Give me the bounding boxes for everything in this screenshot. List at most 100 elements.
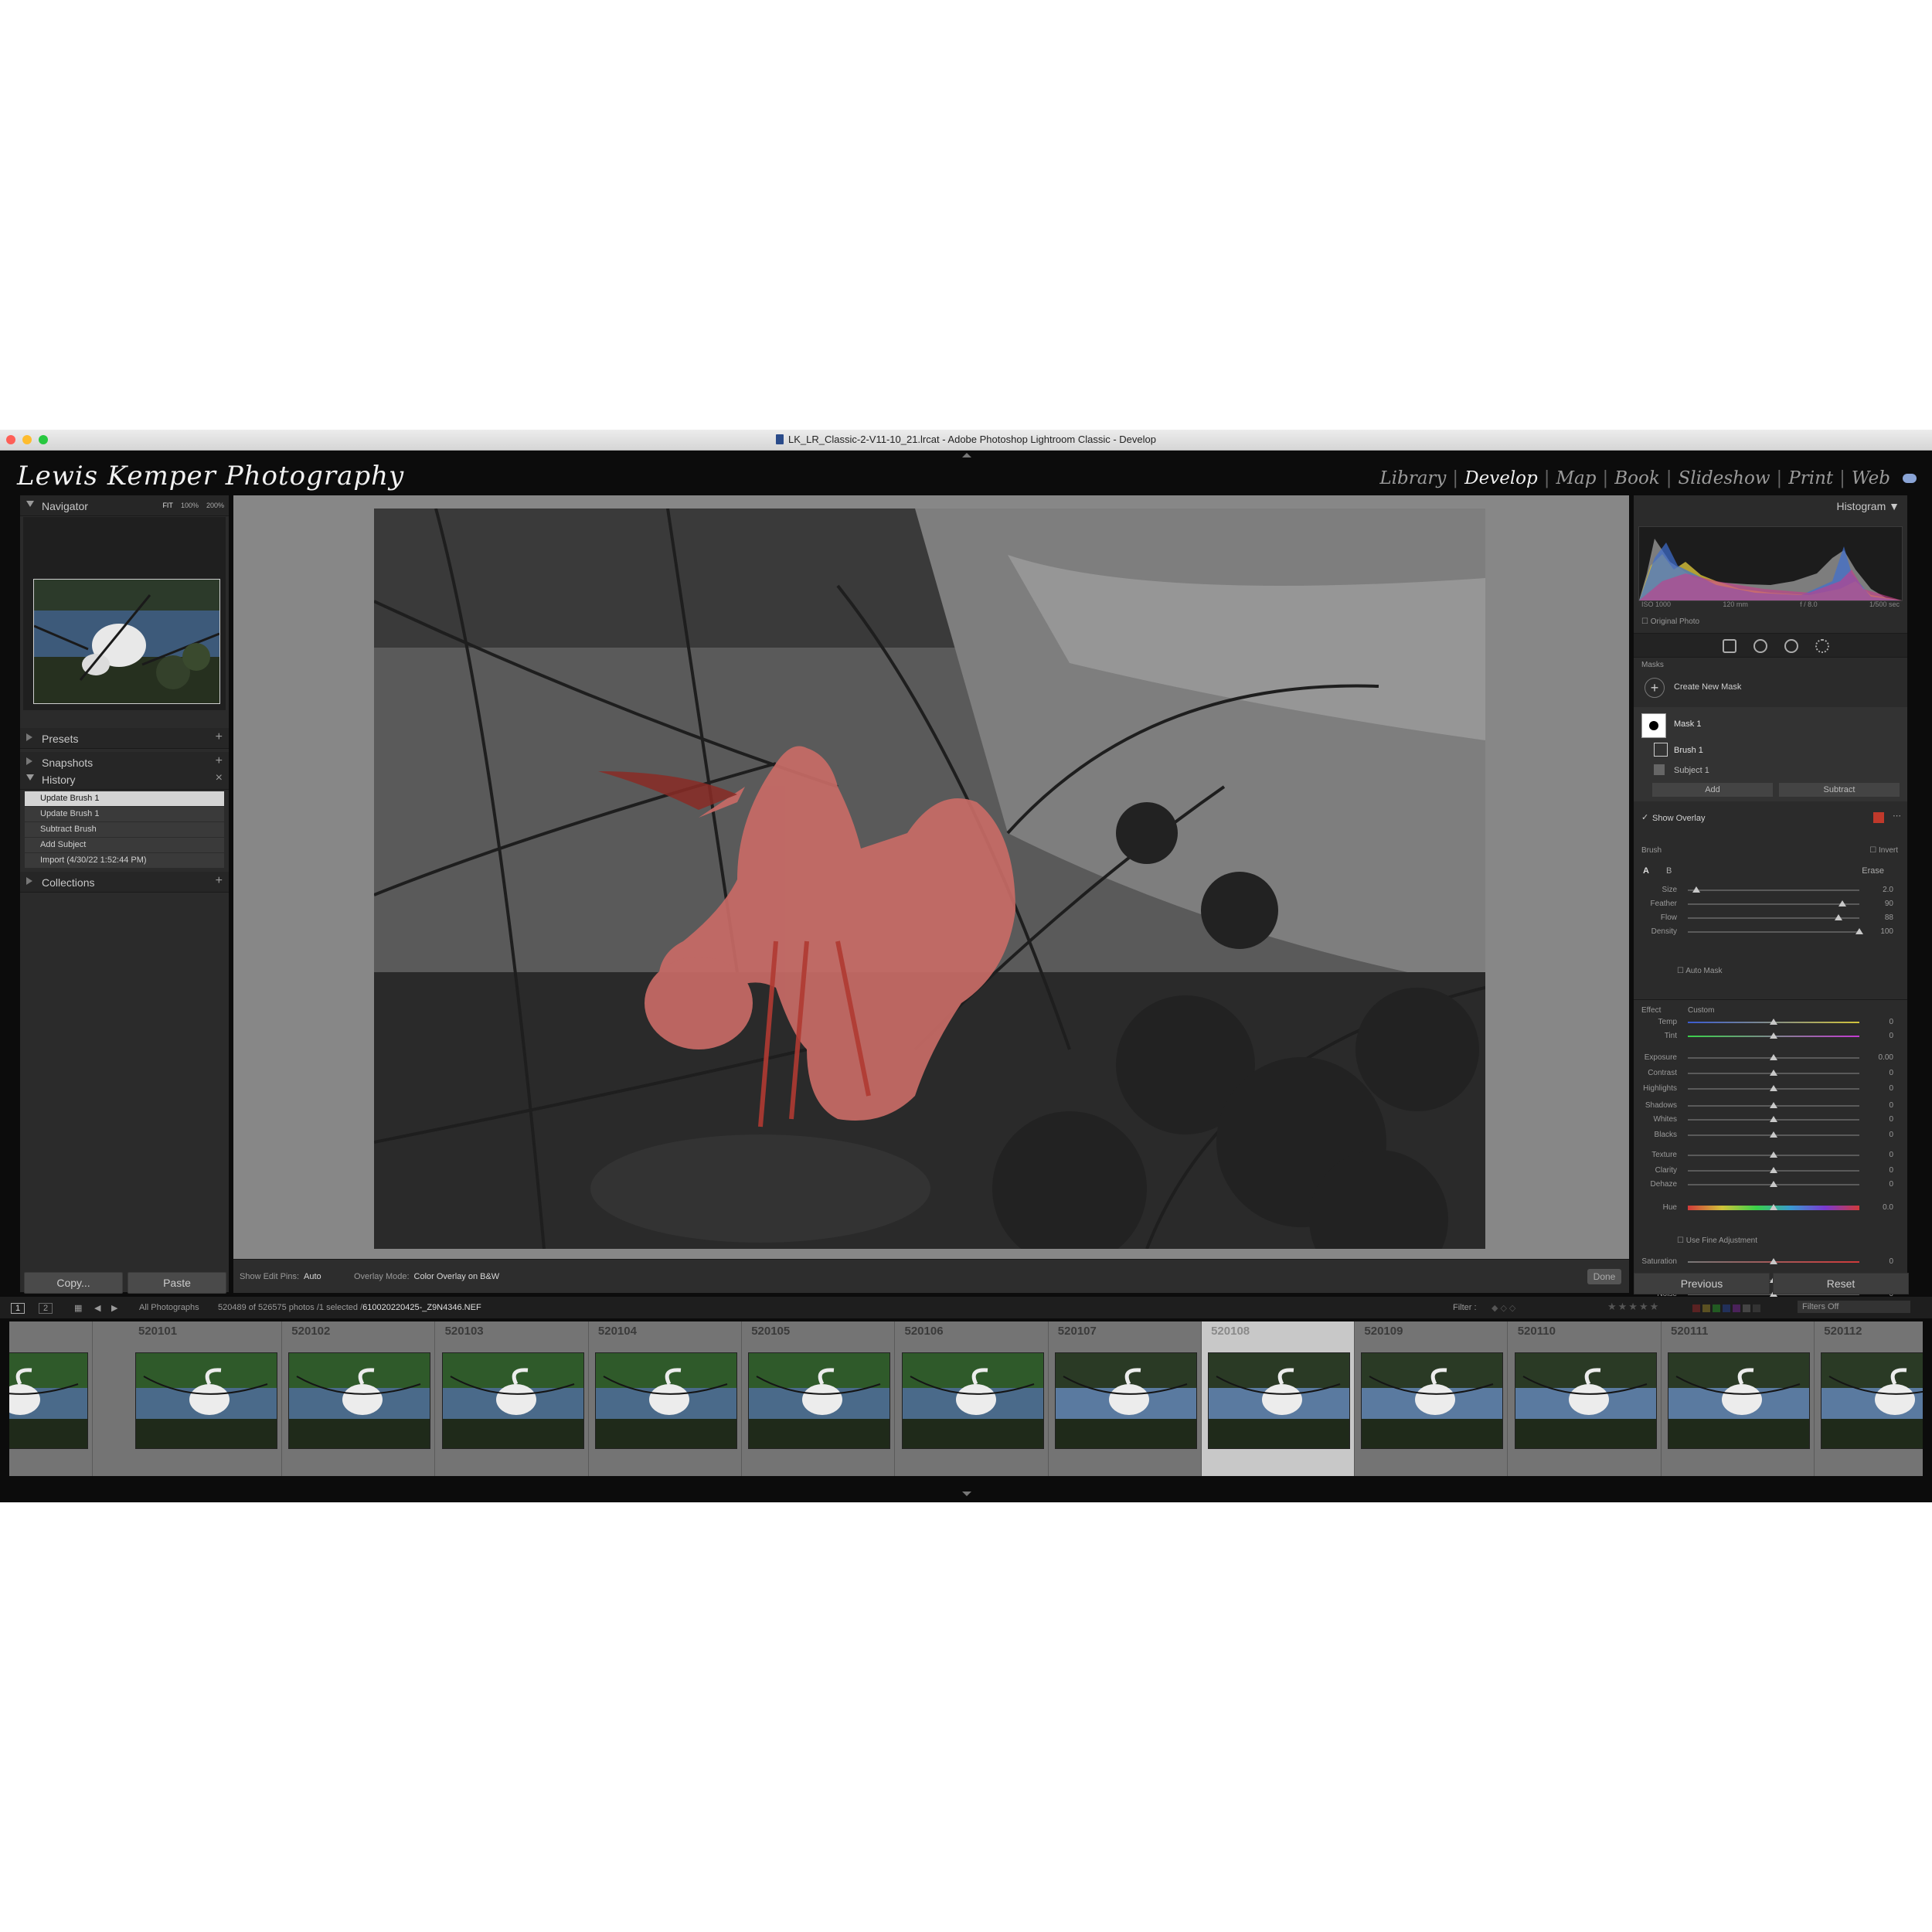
flag-filter-icons[interactable]: ◆◇◇ xyxy=(1492,1303,1518,1313)
filmstrip-cell[interactable]: 520104 xyxy=(588,1321,742,1476)
main-photo[interactable] xyxy=(374,509,1485,1249)
filmstrip-cell[interactable]: 520102 xyxy=(282,1321,436,1476)
effect-slider-clarity[interactable]: Clarity 0 xyxy=(1634,1164,1907,1178)
auto-mask-checkbox[interactable]: ☐ Auto Mask xyxy=(1677,967,1722,975)
filmstrip-thumbnail[interactable] xyxy=(1821,1352,1923,1449)
image-display-area[interactable] xyxy=(233,495,1629,1259)
effect-slider-highlights[interactable]: Highlights 0 xyxy=(1634,1082,1907,1096)
zoom-200[interactable]: 200% xyxy=(206,502,224,509)
mask-thumbnail[interactable] xyxy=(1641,713,1666,738)
color-label-filter[interactable] xyxy=(1692,1304,1760,1312)
zoom-fit[interactable]: FIT xyxy=(162,502,173,509)
brush-b-tab[interactable]: B xyxy=(1666,866,1672,876)
add-collection-icon[interactable]: + xyxy=(216,874,223,888)
back-arrow-icon[interactable]: ◀ xyxy=(94,1303,100,1313)
done-button[interactable]: Done xyxy=(1587,1269,1621,1284)
filmstrip-cell[interactable]: 520106 xyxy=(895,1321,1049,1476)
collections-header[interactable]: Collections + xyxy=(20,872,229,893)
zoom-100[interactable]: 100% xyxy=(181,502,199,509)
slider-thumb[interactable] xyxy=(1770,1070,1777,1076)
filters-off-select[interactable]: Filters Off xyxy=(1798,1301,1910,1313)
slider-track[interactable] xyxy=(1688,917,1859,919)
subtract-component-button[interactable]: Subtract xyxy=(1779,783,1900,797)
history-item[interactable]: Update Brush 1 xyxy=(25,807,224,822)
histogram-header[interactable]: Histogram ▼ xyxy=(1836,500,1900,512)
history-item[interactable]: Subtract Brush xyxy=(25,822,224,838)
slider-thumb[interactable] xyxy=(1835,914,1843,920)
previous-button[interactable]: Previous xyxy=(1634,1273,1770,1294)
clear-history-icon[interactable]: × xyxy=(216,771,223,785)
navigator-preview[interactable] xyxy=(23,517,226,710)
effect-slider-exposure[interactable]: Exposure 0.00 xyxy=(1634,1051,1907,1065)
effect-slider-dehaze[interactable]: Dehaze 0 xyxy=(1634,1178,1907,1192)
add-component-button[interactable]: Add xyxy=(1652,783,1773,797)
module-print[interactable]: Print xyxy=(1788,468,1833,488)
original-photo-checkbox[interactable]: ☐ Original Photo xyxy=(1641,617,1699,626)
slider-thumb[interactable] xyxy=(1770,1019,1777,1025)
brush-erase-tab[interactable]: Erase xyxy=(1862,866,1884,876)
slider-thumb[interactable] xyxy=(1770,1085,1777,1091)
slider-track[interactable] xyxy=(1688,903,1859,905)
slider-thumb[interactable] xyxy=(1770,1181,1777,1187)
effect-slider-shadows[interactable]: Shadows 0 xyxy=(1634,1099,1907,1113)
slider-thumb[interactable] xyxy=(1770,1102,1777,1108)
crop-icon[interactable] xyxy=(1723,639,1736,653)
filmstrip-cell[interactable]: 520111 xyxy=(1662,1321,1815,1476)
reset-button[interactable]: Reset xyxy=(1773,1273,1909,1294)
masking-icon[interactable] xyxy=(1815,639,1829,653)
show-overlay[interactable]: ✓ Show Overlay ⋯ xyxy=(1634,811,1907,826)
filmstrip-thumbnail[interactable] xyxy=(1668,1352,1810,1449)
mask-name[interactable]: Mask 1 xyxy=(1674,719,1701,729)
slider-thumb[interactable] xyxy=(1838,900,1846,906)
add-preset-icon[interactable]: + xyxy=(216,730,223,744)
navigator-thumbnail[interactable] xyxy=(33,579,220,704)
history-header[interactable]: History × xyxy=(20,769,229,790)
slider-thumb[interactable] xyxy=(1770,1151,1777,1158)
brush-a-tab[interactable]: A xyxy=(1643,866,1649,876)
module-web[interactable]: Web xyxy=(1852,468,1890,488)
effect-slider-contrast[interactable]: Contrast 0 xyxy=(1634,1066,1907,1080)
filmstrip-thumbnail[interactable] xyxy=(288,1352,431,1449)
filmstrip-cell[interactable]: 520112 xyxy=(1815,1321,1923,1476)
slider-thumb[interactable] xyxy=(1770,1204,1777,1210)
window-2-button[interactable]: 2 xyxy=(39,1303,53,1314)
star-rating-filter[interactable]: ★★★★★ xyxy=(1607,1301,1660,1313)
paste-button[interactable]: Paste xyxy=(128,1272,226,1294)
fine-adjustment-checkbox[interactable]: ☐ Use Fine Adjustment xyxy=(1677,1236,1757,1245)
brush-component[interactable]: Brush 1 xyxy=(1674,746,1703,755)
module-book[interactable]: Book xyxy=(1614,468,1660,488)
grid-view-icon[interactable]: ▦ xyxy=(74,1303,82,1313)
invert-checkbox[interactable]: ☐ Invert xyxy=(1869,846,1898,855)
slider-thumb[interactable] xyxy=(1770,1131,1777,1138)
filmstrip-cell[interactable]: 520109 xyxy=(1355,1321,1509,1476)
effect-slider-texture[interactable]: Texture 0 xyxy=(1634,1148,1907,1162)
bottom-panel-toggle-icon[interactable] xyxy=(962,1492,971,1496)
effect-preset-select[interactable]: Custom xyxy=(1688,1006,1714,1015)
filmstrip-cell[interactable]: 00 xyxy=(9,1321,93,1476)
filmstrip-thumbnail[interactable] xyxy=(901,1352,1044,1449)
slider-thumb[interactable] xyxy=(1770,1116,1777,1122)
filmstrip-thumbnail[interactable] xyxy=(594,1352,737,1449)
cloud-sync-icon[interactable] xyxy=(1903,474,1917,483)
slider-thumb[interactable] xyxy=(1770,1167,1777,1173)
filmstrip-thumbnail[interactable] xyxy=(135,1352,277,1449)
filmstrip-cell[interactable]: 520105 xyxy=(742,1321,896,1476)
filmstrip-thumbnail[interactable] xyxy=(441,1352,584,1449)
overlay-mode[interactable]: Overlay Mode: Color Overlay on B&W xyxy=(354,1272,499,1281)
filmstrip-thumbnail[interactable] xyxy=(748,1352,891,1449)
filmstrip-cell[interactable]: 520110 xyxy=(1508,1321,1662,1476)
more-options-icon[interactable]: ⋯ xyxy=(1893,811,1901,821)
healing-icon[interactable] xyxy=(1753,639,1767,653)
brush-slider-density[interactable]: Density 100 xyxy=(1634,925,1907,939)
history-item[interactable]: Update Brush 1 xyxy=(25,791,224,807)
filmstrip-thumbnail[interactable] xyxy=(1514,1352,1657,1449)
add-snapshot-icon[interactable]: + xyxy=(216,754,223,768)
brush-slider-feather[interactable]: Feather 90 xyxy=(1634,897,1907,911)
slider-thumb[interactable] xyxy=(1692,886,1701,893)
effect-slider-tint[interactable]: Tint 0 xyxy=(1634,1029,1907,1043)
filmstrip-cell[interactable]: 520101 xyxy=(129,1321,282,1476)
overlay-color-swatch[interactable] xyxy=(1873,812,1884,823)
slider-thumb[interactable] xyxy=(1855,928,1863,934)
histogram[interactable] xyxy=(1638,526,1903,601)
window-1-button[interactable]: 1 xyxy=(11,1303,26,1314)
